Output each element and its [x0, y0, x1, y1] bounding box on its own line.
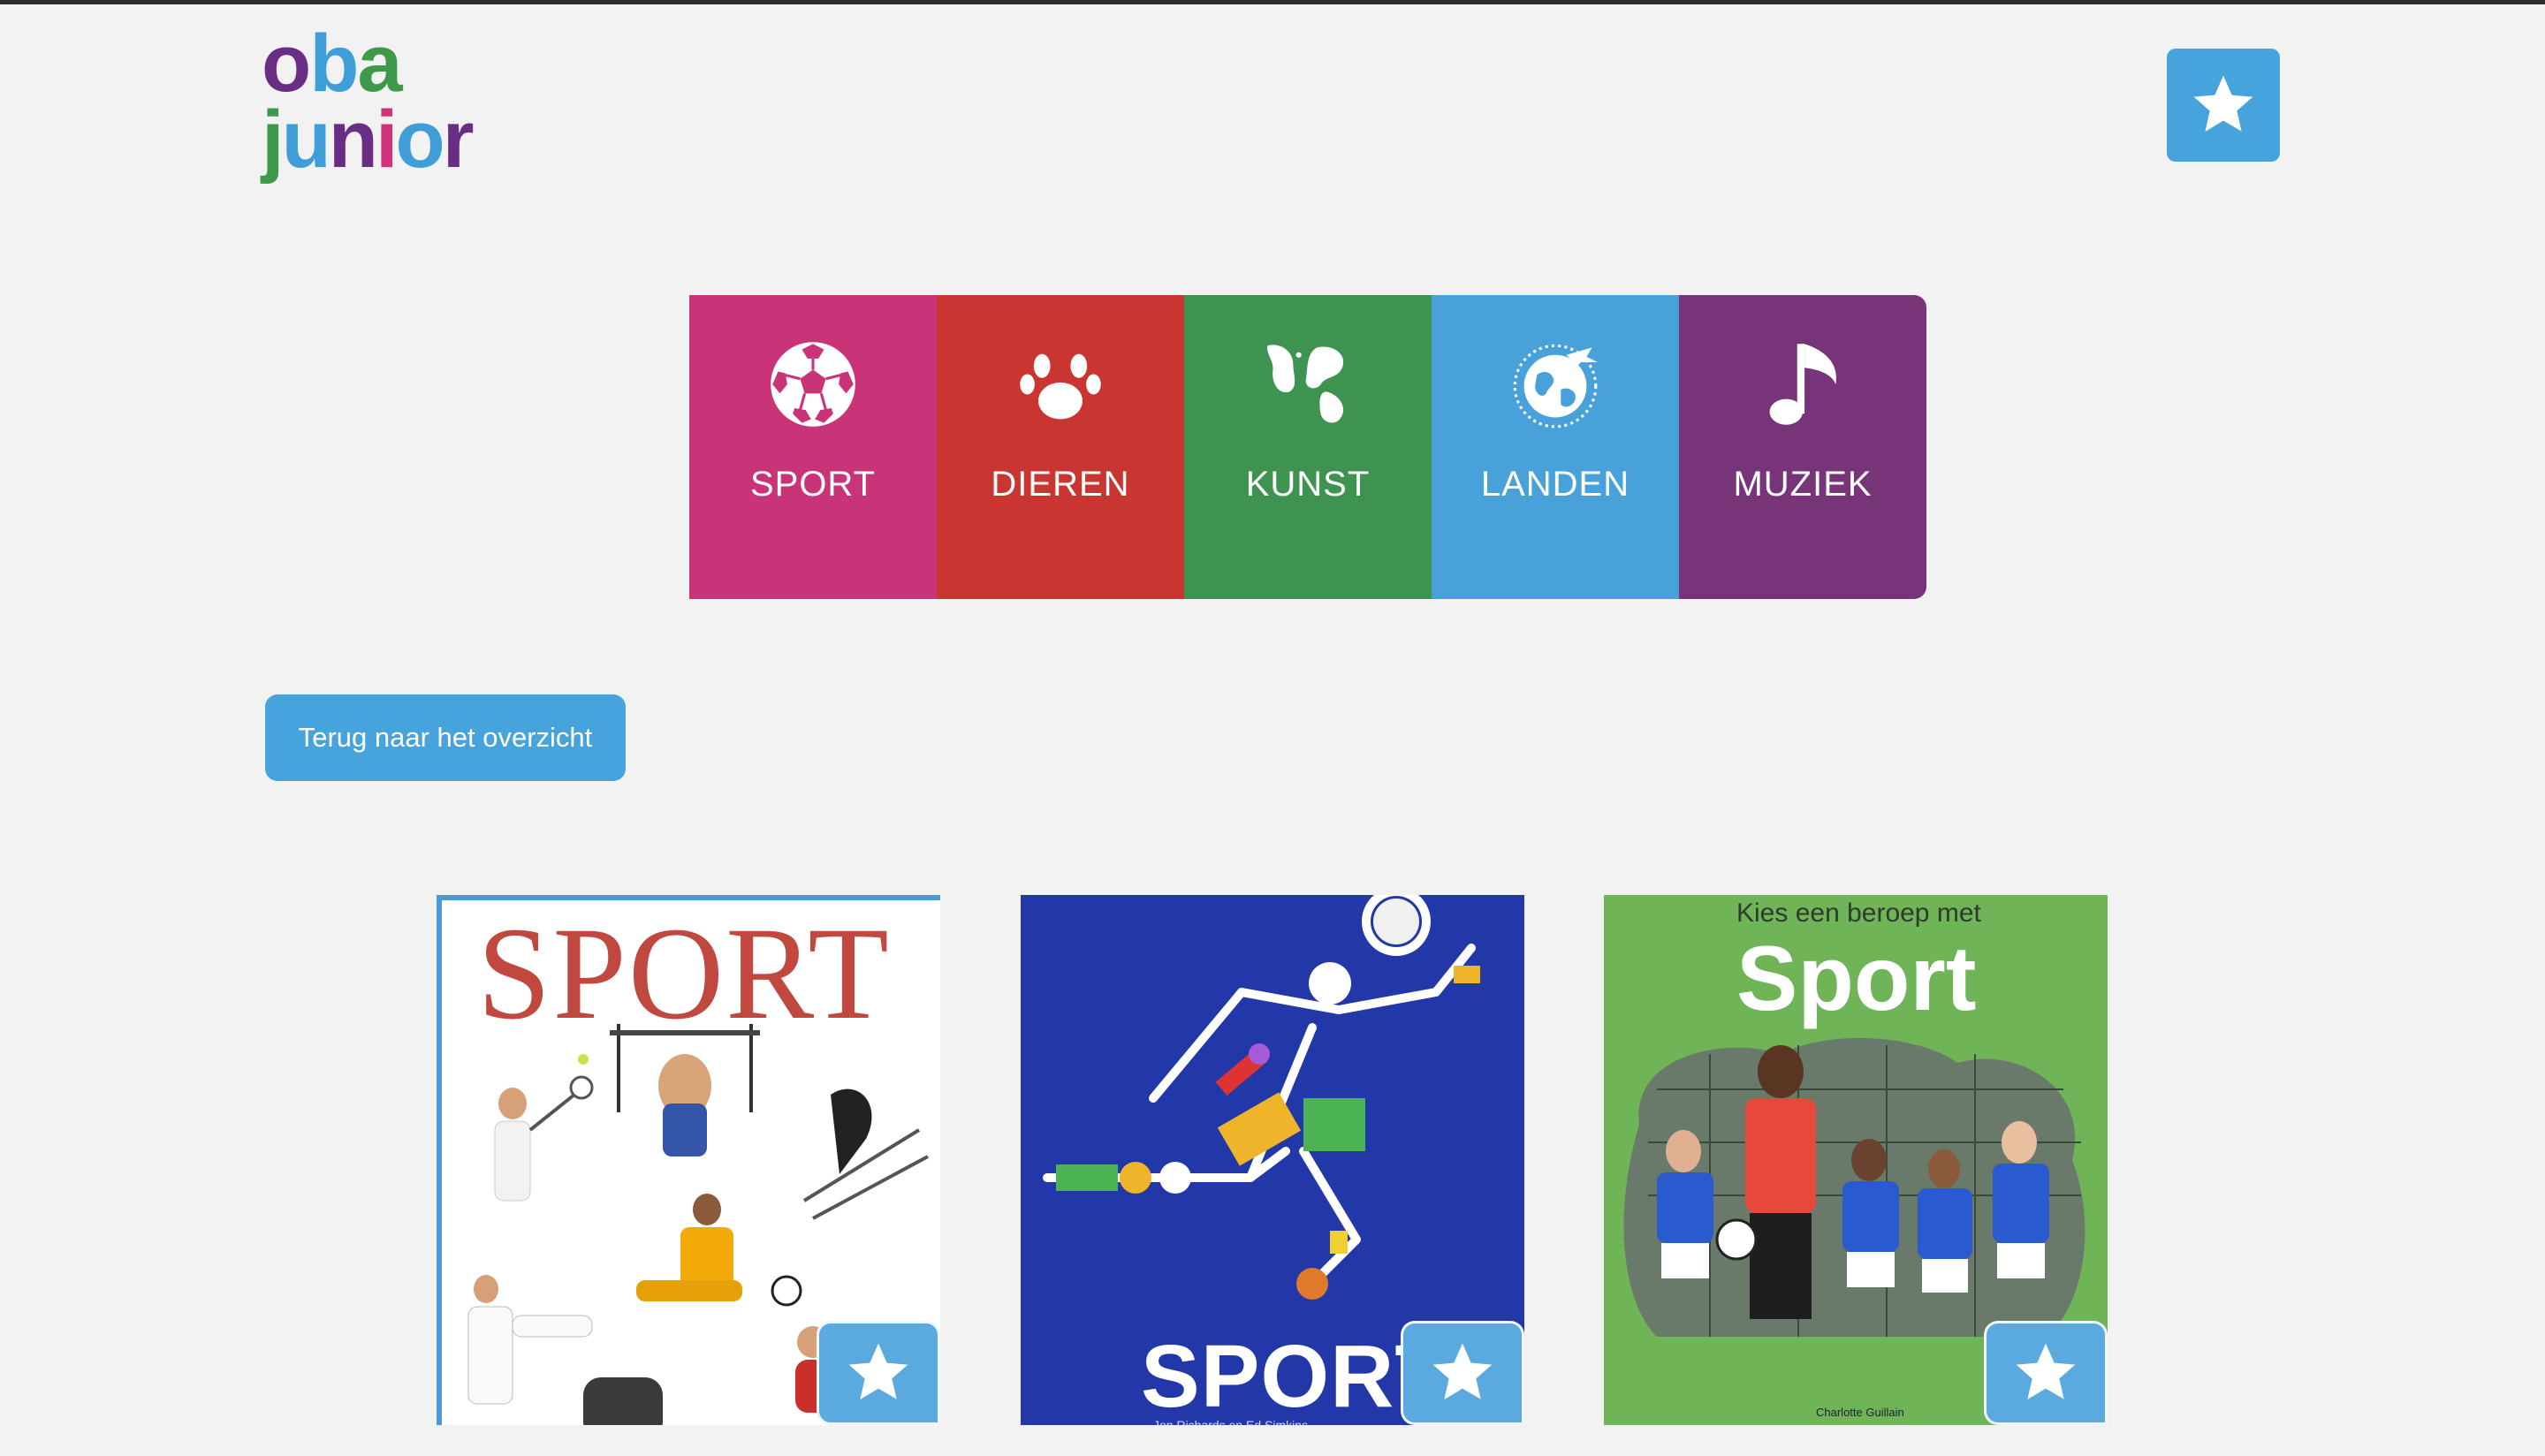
music-note-icon — [1754, 336, 1851, 433]
globe-plane-icon — [1507, 336, 1604, 433]
favorites-button[interactable] — [2167, 49, 2280, 162]
category-label: SPORT — [749, 465, 877, 504]
category-dieren[interactable]: DIEREN — [937, 295, 1184, 599]
category-label: LANDEN — [1480, 465, 1630, 504]
star-icon — [2016, 1343, 2076, 1399]
category-muziek[interactable]: MUZIEK — [1679, 295, 1926, 599]
category-kunst[interactable]: KUNST — [1184, 295, 1432, 599]
back-to-overview-button[interactable]: Terug naar het overzicht — [265, 694, 626, 781]
paint-splash-icon — [1259, 336, 1356, 433]
category-sport[interactable]: SPORT — [689, 295, 937, 599]
favorite-book-button[interactable] — [1984, 1321, 2108, 1425]
category-label: KUNST — [1245, 465, 1371, 504]
paw-icon — [1012, 336, 1109, 433]
book-cover[interactable]: SPORT — [437, 895, 940, 1425]
category-nav: SPORT DIEREN KUNST LANDEN MUZIEK — [689, 295, 1926, 599]
book-cover-image — [1043, 895, 1480, 1300]
star-icon — [2193, 75, 2253, 132]
favorite-book-button[interactable] — [817, 1321, 940, 1425]
logo-letter: i — [375, 95, 399, 185]
soccer-ball-icon — [764, 336, 862, 433]
logo-letter: u — [281, 95, 331, 185]
logo-letter: r — [442, 95, 475, 185]
logo-letter: o — [395, 95, 445, 185]
category-label: DIEREN — [991, 465, 1130, 504]
book-author: Charlotte Guillain — [1816, 1406, 1904, 1419]
category-label: MUZIEK — [1733, 465, 1873, 504]
logo-letter: j — [262, 95, 285, 185]
book-title: SPORT — [477, 900, 891, 1047]
oba-junior-logo[interactable]: oba junior — [262, 18, 500, 186]
book-title: Sport — [1736, 928, 1977, 1030]
logo-row-junior: junior — [262, 94, 475, 186]
star-icon — [1432, 1343, 1493, 1399]
window-top-border — [0, 0, 2545, 4]
book-author: Jon Richards en Ed Simkins — [1153, 1418, 1309, 1425]
category-landen[interactable]: LANDEN — [1432, 295, 1679, 599]
favorite-book-button[interactable] — [1401, 1321, 1524, 1425]
book-cover[interactable]: Kies een beroep met Sport Charlotte Guil… — [1604, 895, 2108, 1425]
book-subtitle: Kies een beroep met — [1736, 899, 1981, 928]
book-cover[interactable]: SPORT Jon Richards en Ed Simkins — [1021, 895, 1524, 1425]
star-icon — [848, 1343, 908, 1399]
logo-letter: n — [328, 95, 378, 185]
